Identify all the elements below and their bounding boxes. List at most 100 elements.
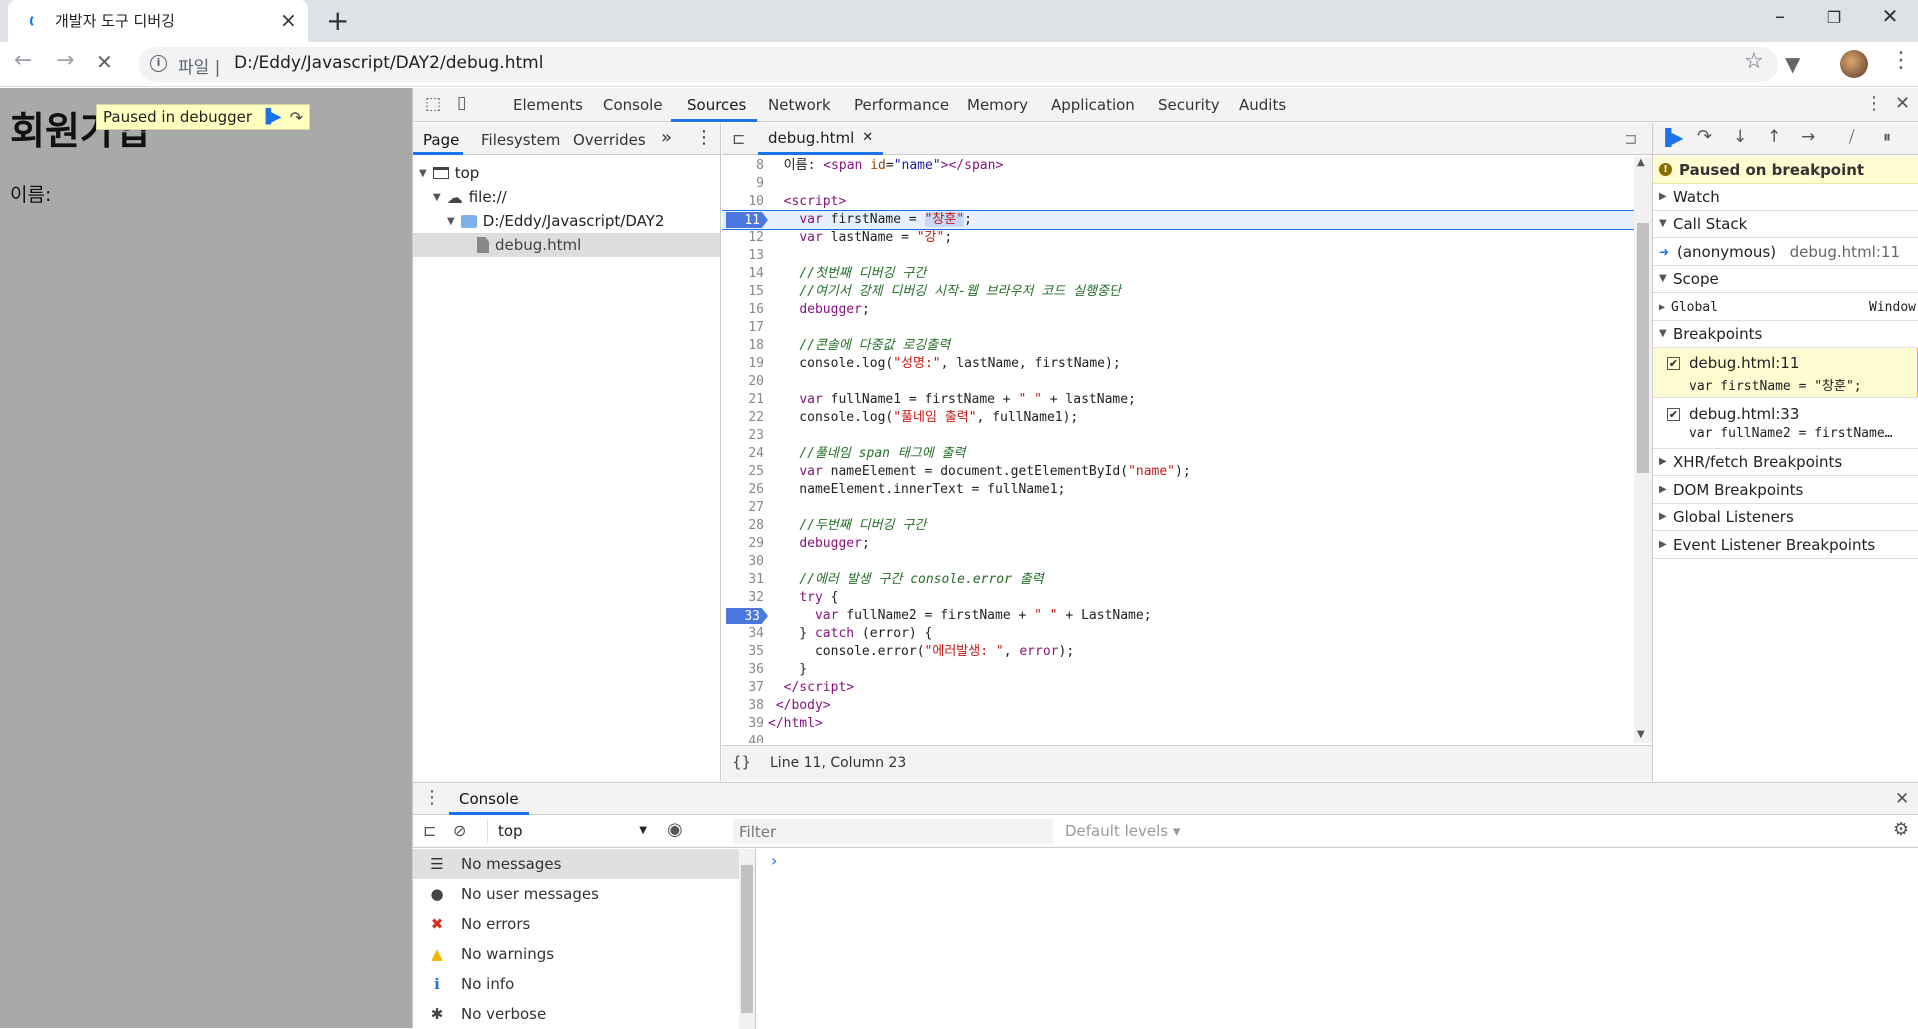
tab-application[interactable]: Application bbox=[1051, 96, 1135, 114]
tree-item-top[interactable]: ▼ top bbox=[419, 161, 479, 185]
breakpoint-item-2[interactable]: ✔ debug.html:33 var fullName2 = firstNam… bbox=[1653, 399, 1918, 449]
live-expression-eye-icon[interactable]: ◉ bbox=[667, 819, 683, 840]
msg-filter-user[interactable]: ● No user messages bbox=[413, 879, 739, 909]
code-line[interactable]: 36 } bbox=[722, 661, 1634, 679]
code-line[interactable]: 31 //에러 발생 구간 console.error 출력 bbox=[722, 571, 1634, 589]
close-drawer-icon[interactable]: ✕ bbox=[1895, 789, 1909, 809]
editor-scrollbar[interactable]: ▲ ▼ bbox=[1634, 157, 1652, 743]
nav-tab-overrides[interactable]: Overrides bbox=[573, 131, 646, 149]
code-line[interactable]: 35 console.error("에러발생: ", error); bbox=[722, 643, 1634, 661]
code-line[interactable]: 14 //첫번째 디버깅 구간 bbox=[722, 265, 1634, 283]
console-filter-input[interactable] bbox=[733, 819, 1053, 844]
clear-console-icon[interactable]: ⊘ bbox=[453, 821, 466, 840]
line-number[interactable]: 9 bbox=[722, 175, 764, 193]
tab-memory[interactable]: Memory bbox=[967, 96, 1028, 114]
drawer-menu-icon[interactable]: ⋮ bbox=[423, 787, 441, 808]
resume-icon[interactable]: ▐▶ bbox=[1659, 128, 1684, 147]
line-number[interactable]: 20 bbox=[722, 373, 764, 391]
line-number[interactable]: 15 bbox=[722, 283, 764, 301]
line-number[interactable]: 13 bbox=[722, 247, 764, 265]
device-toolbar-icon[interactable]: ▯ bbox=[457, 93, 466, 113]
pause-on-exceptions-icon[interactable]: ⏸ bbox=[1883, 127, 1891, 147]
watch-section[interactable]: ▶ Watch bbox=[1653, 184, 1918, 211]
line-number[interactable]: 23 bbox=[722, 427, 764, 445]
close-devtools-icon[interactable]: ✕ bbox=[1895, 93, 1910, 114]
close-window-icon[interactable]: ✕ bbox=[1870, 4, 1910, 28]
console-prompt[interactable]: › bbox=[771, 851, 777, 870]
step-over-icon[interactable]: ↷ bbox=[290, 108, 303, 127]
resume-icon[interactable]: ▐▶ bbox=[260, 109, 282, 125]
line-number[interactable]: 34 bbox=[722, 625, 764, 643]
breakpoint-marker[interactable]: 11 bbox=[726, 212, 768, 228]
nav-tab-filesystem[interactable]: Filesystem bbox=[481, 131, 560, 149]
console-settings-gear-icon[interactable]: ⚙ bbox=[1893, 819, 1909, 840]
bookmark-star-icon[interactable]: ☆ bbox=[1744, 49, 1764, 74]
code-line[interactable]: 26 nameElement.innerText = fullName1; bbox=[722, 481, 1634, 499]
code-line[interactable]: 8 이름: <span id="name"></span> bbox=[722, 157, 1634, 175]
line-number[interactable]: 16 bbox=[722, 301, 764, 319]
global-scope-row[interactable]: ▶ Global Window bbox=[1653, 294, 1918, 321]
line-number[interactable]: 37 bbox=[722, 679, 764, 697]
deactivate-breakpoints-icon[interactable]: ⧸ bbox=[1849, 127, 1854, 147]
scroll-down-icon[interactable]: ▼ bbox=[1637, 729, 1645, 740]
step-over-icon[interactable]: ↷ bbox=[1697, 126, 1712, 147]
line-number[interactable]: 24 bbox=[722, 445, 764, 463]
breakpoint-checkbox[interactable]: ✔ bbox=[1667, 408, 1680, 421]
navigator-menu-icon[interactable]: ⋮ bbox=[695, 127, 713, 148]
sidebar-scrollbar[interactable] bbox=[739, 849, 755, 1029]
forward-icon[interactable]: → bbox=[56, 48, 74, 73]
step-icon[interactable]: → bbox=[1801, 127, 1815, 147]
site-info-icon[interactable]: i bbox=[150, 55, 167, 72]
line-number[interactable]: 28 bbox=[722, 517, 764, 535]
msg-filter-info[interactable]: ℹ No info bbox=[413, 969, 739, 999]
drawer-tab-console[interactable]: Console bbox=[459, 790, 519, 808]
profile-avatar[interactable] bbox=[1840, 50, 1868, 78]
msg-filter-verbose[interactable]: ✱ No verbose bbox=[413, 999, 739, 1029]
code-line[interactable]: 22 console.log("풀네임 출력", fullName1); bbox=[722, 409, 1634, 427]
line-number[interactable]: 17 bbox=[722, 319, 764, 337]
code-line[interactable]: 21 var fullName1 = firstName + " " + las… bbox=[722, 391, 1634, 409]
tab-performance[interactable]: Performance bbox=[854, 96, 949, 114]
call-frame-location[interactable]: debug.html:11 bbox=[1790, 239, 1900, 266]
code-line[interactable]: 9 bbox=[722, 175, 1634, 193]
line-number[interactable]: 35 bbox=[722, 643, 764, 661]
line-number[interactable]: 19 bbox=[722, 355, 764, 373]
breakpoint-item-1[interactable]: ✔ debug.html:11 var firstName = "창훈"; bbox=[1653, 348, 1918, 398]
context-selector[interactable]: top ▼ bbox=[487, 819, 653, 843]
scope-section[interactable]: ▼ Scope bbox=[1653, 266, 1918, 293]
code-line[interactable]: 34 } catch (error) { bbox=[722, 625, 1634, 643]
tree-item-file[interactable]: ▼ ☁ file:// bbox=[433, 185, 507, 209]
code-line[interactable]: 40 bbox=[722, 733, 1634, 743]
toggle-sidebar-icon[interactable]: ⊏ bbox=[423, 821, 436, 840]
code-line[interactable]: 19 console.log("성명:", lastName, firstNam… bbox=[722, 355, 1634, 373]
event-listener-breakpoints-section[interactable]: ▶ Event Listener Breakpoints bbox=[1653, 532, 1918, 559]
code-line[interactable]: 30 bbox=[722, 553, 1634, 571]
omnibox[interactable]: i 파일 | D:/Eddy/Javascript/DAY2/debug.htm… bbox=[138, 47, 1778, 82]
toggle-navigator-icon[interactable]: ⊏ bbox=[732, 129, 745, 148]
tree-item-debug-html[interactable]: debug.html bbox=[413, 233, 720, 257]
tab-sources[interactable]: Sources bbox=[687, 96, 746, 114]
code-line[interactable]: 28 //두번째 디버깅 구간 bbox=[722, 517, 1634, 535]
tab-close-icon[interactable]: × bbox=[280, 8, 297, 32]
code-line[interactable]: 39 </html> bbox=[722, 715, 1634, 733]
line-number[interactable]: 21 bbox=[722, 391, 764, 409]
code-line[interactable]: 10 <script> bbox=[722, 193, 1634, 211]
code-line[interactable]: 23 bbox=[722, 427, 1634, 445]
line-number[interactable]: 38 bbox=[722, 697, 764, 715]
code-line[interactable]: 18 //콘솔에 다중값 로깅출력 bbox=[722, 337, 1634, 355]
breakpoints-section[interactable]: ▼ Breakpoints bbox=[1653, 321, 1918, 348]
sidebar-scroll-thumb[interactable] bbox=[741, 865, 753, 1013]
url-text[interactable]: D:/Eddy/Javascript/DAY2/debug.html bbox=[234, 53, 543, 73]
new-tab-button[interactable]: + bbox=[326, 4, 349, 37]
tab-elements[interactable]: Elements bbox=[513, 96, 583, 114]
code-line[interactable]: 11 var firstName = "창훈"; bbox=[722, 210, 1634, 230]
code-line[interactable]: 32 try { bbox=[722, 589, 1634, 607]
code-line[interactable]: 29 debugger; bbox=[722, 535, 1634, 553]
line-number[interactable]: 40 bbox=[722, 733, 764, 743]
browser-menu-icon[interactable]: ⋮ bbox=[1890, 48, 1912, 73]
line-number[interactable]: 29 bbox=[722, 535, 764, 553]
xhr-breakpoints-section[interactable]: ▶ XHR/fetch Breakpoints bbox=[1653, 449, 1918, 476]
toggle-debugger-icon[interactable]: ⊐ bbox=[1624, 129, 1637, 148]
close-file-icon[interactable]: ✕ bbox=[862, 130, 873, 145]
global-listeners-section[interactable]: ▶ Global Listeners bbox=[1653, 504, 1918, 531]
